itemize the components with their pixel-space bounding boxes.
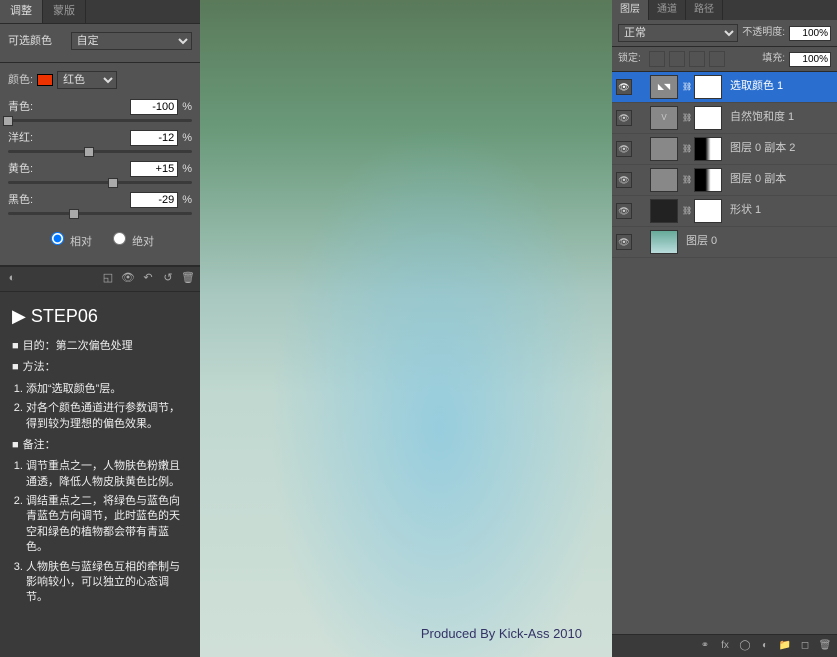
color-select[interactable]: 红色: [57, 71, 117, 89]
layer-thumb: [650, 230, 678, 254]
slider-black: 黑色:%: [8, 192, 192, 215]
tab-adjustments[interactable]: 调整: [0, 0, 43, 23]
layers-list: 👁 ◣◥ ⛓ 选取颜色 1 👁 V ⛓ 自然饱和度 1 👁 ⛓ 图层 0 副本 …: [612, 72, 837, 634]
new-layer-icon[interactable]: ◻: [796, 638, 814, 654]
radio-absolute[interactable]: 绝对: [108, 229, 154, 250]
color-label: 颜色:: [8, 73, 33, 88]
adjustments-iconbar: ◐ ◱ 👁 ↶ ↺ 🗑: [0, 266, 200, 292]
layer-mask: [694, 137, 722, 161]
layer-thumb: [650, 199, 678, 223]
layer-row[interactable]: 👁 ⛓ 图层 0 副本 2: [612, 134, 837, 165]
visibility-icon[interactable]: 👁: [616, 172, 632, 188]
cyan-track[interactable]: [8, 119, 192, 122]
slider-yellow: 黄色:%: [8, 161, 192, 184]
color-swatch: [37, 74, 53, 86]
opacity-input[interactable]: [789, 26, 831, 41]
black-track[interactable]: [8, 212, 192, 215]
layer-row[interactable]: 👁 ◣◥ ⛓ 选取颜色 1: [612, 72, 837, 103]
adjustments-tabs: 调整 蒙版: [0, 0, 200, 24]
layer-thumb: V: [650, 106, 678, 130]
layer-thumb: [650, 168, 678, 192]
layer-mask: [694, 106, 722, 130]
layer-thumb: ◣◥: [650, 75, 678, 99]
photo-credit: Produced By Kick-Ass 2010: [421, 625, 582, 643]
eye-icon[interactable]: 👁: [120, 271, 136, 287]
black-input[interactable]: [130, 192, 178, 208]
layer-mask: [694, 199, 722, 223]
target-icon[interactable]: ◐: [4, 271, 20, 287]
canvas-image: Produced By Kick-Ass 2010: [200, 0, 612, 657]
preset-select[interactable]: 自定: [71, 32, 192, 50]
tab-masks[interactable]: 蒙版: [43, 0, 86, 23]
radio-relative[interactable]: 相对: [46, 229, 92, 250]
tab-paths[interactable]: 路径: [686, 0, 723, 20]
slider-magenta: 洋红:%: [8, 130, 192, 153]
layer-mask: [694, 168, 722, 192]
magenta-track[interactable]: [8, 150, 192, 153]
visibility-icon[interactable]: 👁: [616, 110, 632, 126]
layer-row[interactable]: 👁 图层 0: [612, 227, 837, 258]
slider-cyan: 青色:%: [8, 99, 192, 122]
yellow-track[interactable]: [8, 181, 192, 184]
layers-bottom-bar: ⚭ fx ◯ ◐ 📁 ◻ 🗑: [612, 634, 837, 657]
step-notes: STEP06 目的：第二次偏色处理 方法： 添加“选取颜色”层。 对各个颜色通道…: [0, 292, 200, 657]
step-title: STEP06: [12, 304, 188, 329]
prev-icon[interactable]: ↶: [140, 271, 156, 287]
layer-row[interactable]: 👁 ⛓ 形状 1: [612, 196, 837, 227]
trash-icon[interactable]: 🗑: [180, 271, 196, 287]
yellow-input[interactable]: [130, 161, 178, 177]
visibility-icon[interactable]: 👁: [616, 141, 632, 157]
reset-icon[interactable]: ↺: [160, 271, 176, 287]
adjust-layer-icon[interactable]: ◐: [756, 638, 774, 654]
layer-mask: [694, 75, 722, 99]
visibility-icon[interactable]: 👁: [616, 234, 632, 250]
clip-icon[interactable]: ◱: [100, 271, 116, 287]
blend-mode-select[interactable]: 正常: [618, 24, 738, 42]
visibility-icon[interactable]: 👁: [616, 79, 632, 95]
layer-row[interactable]: 👁 ⛓ 图层 0 副本: [612, 165, 837, 196]
cyan-input[interactable]: [130, 99, 178, 115]
link-layers-icon[interactable]: ⚭: [696, 638, 714, 654]
fill-input[interactable]: [789, 52, 831, 67]
tab-layers[interactable]: 图层: [612, 0, 649, 20]
delete-layer-icon[interactable]: 🗑: [816, 638, 834, 654]
lock-icons[interactable]: [649, 51, 725, 67]
layers-tabs: 图层 通道 路径: [612, 0, 837, 20]
tab-channels[interactable]: 通道: [649, 0, 686, 20]
magenta-input[interactable]: [130, 130, 178, 146]
layer-thumb: [650, 137, 678, 161]
group-icon[interactable]: 📁: [776, 638, 794, 654]
visibility-icon[interactable]: 👁: [616, 203, 632, 219]
mask-icon[interactable]: ◯: [736, 638, 754, 654]
layer-row[interactable]: 👁 V ⛓ 自然饱和度 1: [612, 103, 837, 134]
adjustment-title: 可选颜色: [8, 34, 67, 49]
fx-icon[interactable]: fx: [716, 638, 734, 654]
